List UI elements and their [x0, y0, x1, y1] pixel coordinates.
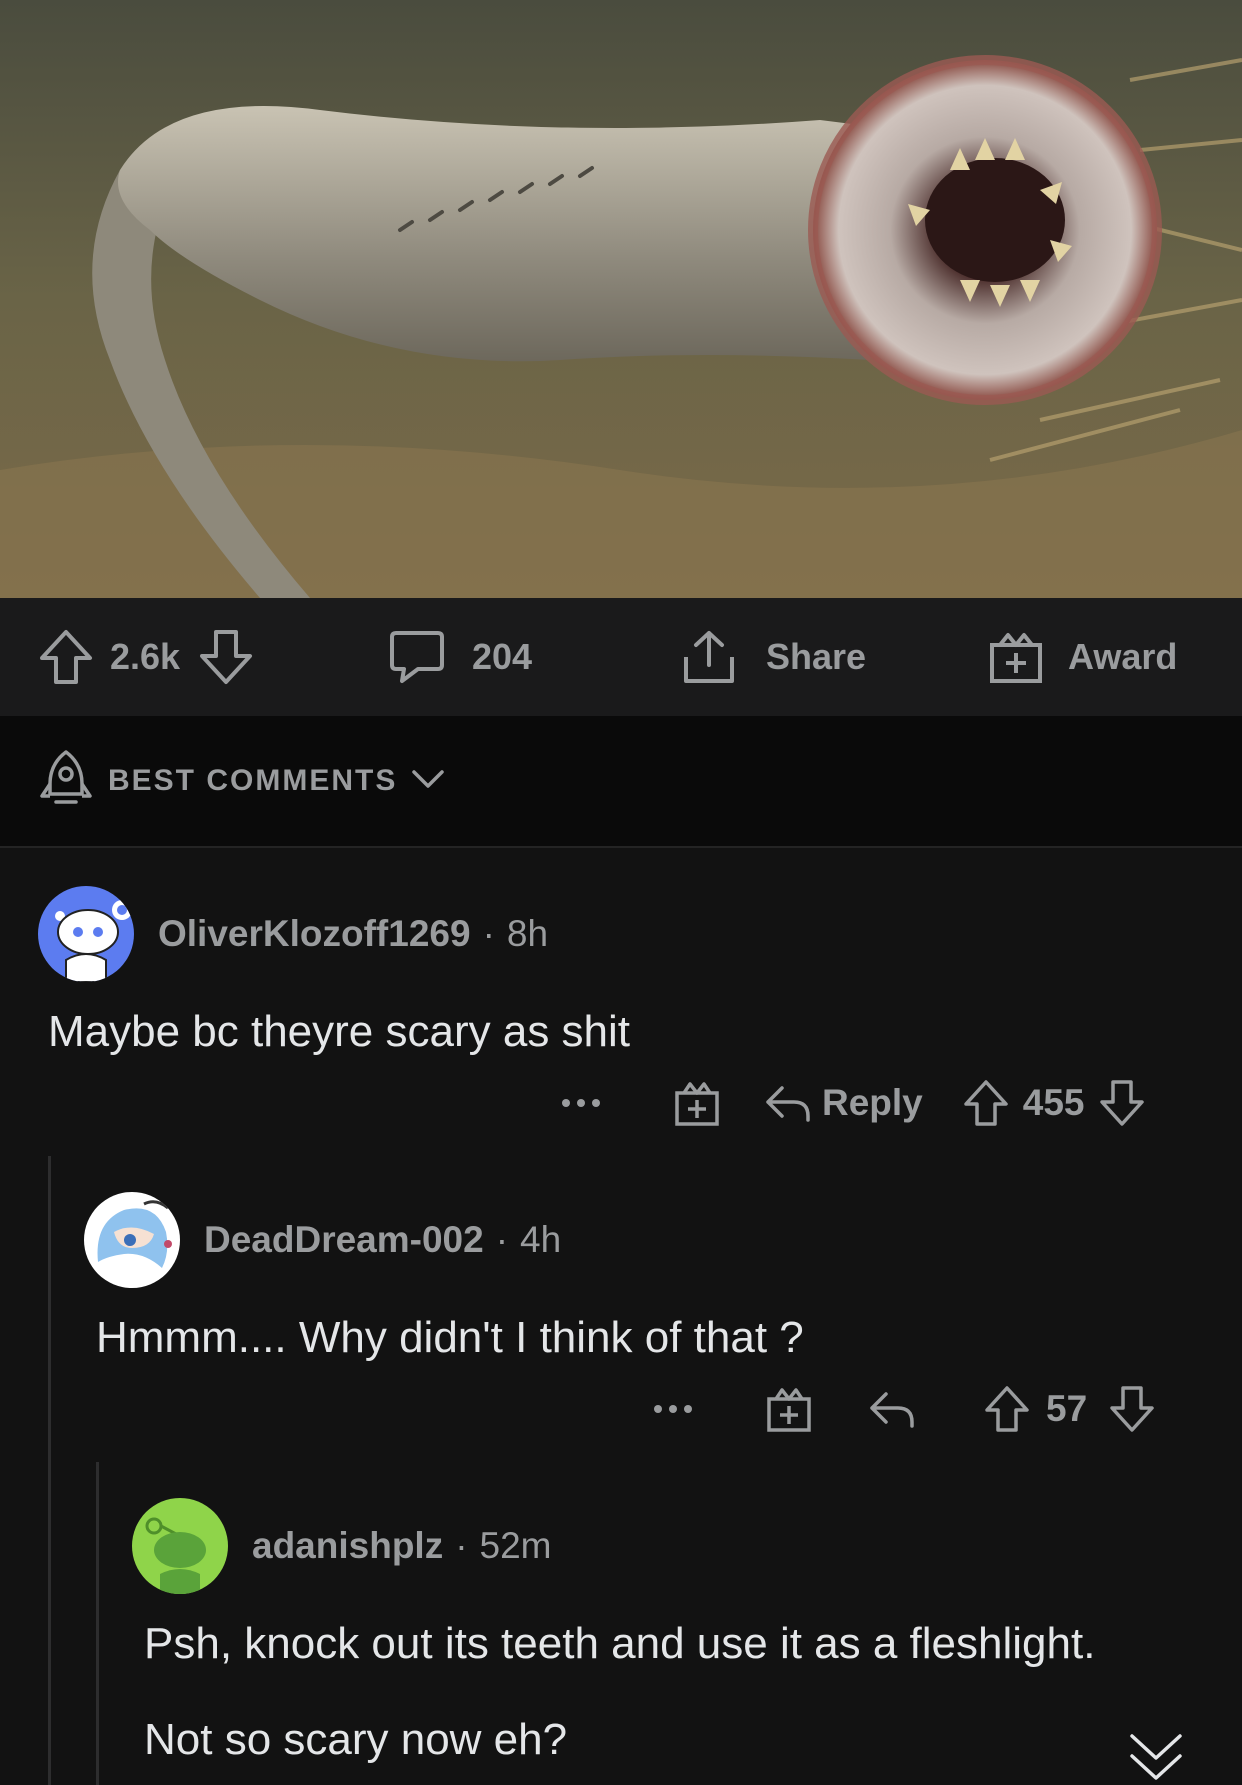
comment-body: Hmmm.... Why didn't I think of that ?	[96, 1313, 804, 1362]
gift-icon[interactable]	[674, 1079, 720, 1127]
chevron-down-icon	[411, 768, 445, 795]
comments-count: 204	[472, 636, 533, 677]
avatar[interactable]	[132, 1498, 228, 1594]
comment-actions: Reply 455	[560, 1076, 1145, 1130]
comment-username[interactable]: OliverKlozoff1269	[158, 913, 471, 955]
comment-score: 455	[1022, 1082, 1085, 1123]
comment-header: OliverKlozoff1269 · 8h	[38, 886, 548, 982]
separator-dot: ·	[495, 1219, 509, 1260]
gift-icon[interactable]	[766, 1385, 812, 1433]
sort-label: BEST COMMENTS	[108, 764, 398, 797]
upvote-icon[interactable]	[984, 1384, 1030, 1434]
more-options-icon[interactable]	[560, 1097, 602, 1109]
reply-icon[interactable]	[868, 1388, 916, 1430]
post-vote-group: 2.6k	[38, 598, 254, 716]
downvote-icon[interactable]	[1109, 1384, 1155, 1434]
comment-timestamp: 4h	[520, 1219, 562, 1260]
comment-header: DeadDream-002 · 4h	[84, 1192, 561, 1288]
downvote-icon[interactable]	[1099, 1078, 1145, 1128]
comment-body-line: Not so scary now eh?	[144, 1715, 568, 1764]
comment-username[interactable]: adanishplz	[252, 1525, 443, 1567]
avatar[interactable]	[84, 1192, 180, 1288]
comment-timestamp: 52m	[479, 1525, 552, 1566]
more-options-icon[interactable]	[652, 1403, 694, 1415]
comment-body: Maybe bc theyre scary as shit	[48, 1007, 631, 1056]
reply-button[interactable]: Reply	[822, 1082, 923, 1124]
rocket-icon	[38, 748, 94, 815]
post-image[interactable]	[0, 0, 1242, 598]
award-label: Award	[1068, 636, 1178, 677]
comment-sort-selector[interactable]: BEST COMMENTS	[0, 716, 1242, 848]
gift-icon	[988, 629, 1068, 685]
comment-timestamp: 8h	[506, 913, 549, 954]
comment-body-line: Psh, knock out its teeth and use it as a…	[144, 1619, 1096, 1668]
comment-actions: 57	[652, 1382, 1155, 1436]
comment-header: adanishplz · 52m	[132, 1498, 552, 1594]
comment-username[interactable]: DeadDream-002	[204, 1219, 484, 1261]
separator-dot: ·	[482, 913, 495, 954]
comment-score: 57	[1046, 1388, 1088, 1429]
separator-dot: ·	[455, 1525, 468, 1566]
avatar[interactable]	[38, 886, 134, 982]
share-label: Share	[766, 636, 867, 677]
award-button[interactable]: Award	[988, 598, 1177, 716]
upvote-icon[interactable]	[963, 1078, 1009, 1128]
comment-bubble-icon	[388, 629, 472, 685]
post-vote-count: 2.6k	[110, 636, 181, 677]
post-action-bar: 2.6k 204 Share Award	[0, 598, 1242, 716]
reply-icon[interactable]	[764, 1082, 812, 1124]
thread-line[interactable]	[48, 1156, 51, 1785]
upvote-icon[interactable]	[38, 628, 94, 686]
double-chevron-down-icon[interactable]	[1128, 1730, 1184, 1785]
comments-button[interactable]: 204	[388, 598, 532, 716]
downvote-icon[interactable]	[198, 628, 254, 686]
share-icon	[680, 629, 766, 685]
thread-line[interactable]	[96, 1462, 99, 1785]
share-button[interactable]: Share	[680, 598, 866, 716]
